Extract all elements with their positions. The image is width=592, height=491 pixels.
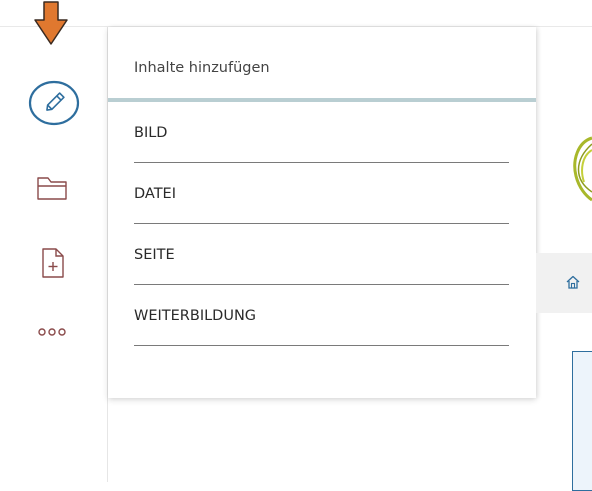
add-content-panel: Inhalte hinzufügen BILD DATEI SEITE WEIT… [108, 27, 536, 398]
panel-header: Inhalte hinzufügen [108, 27, 536, 102]
pencil-icon[interactable] [27, 79, 81, 127]
content-box [572, 351, 592, 491]
site-logo [573, 136, 592, 202]
add-content-menu: BILD DATEI SEITE WEITERBILDUNG [134, 102, 509, 346]
home-icon[interactable] [566, 275, 580, 289]
menu-item-bild[interactable]: BILD [134, 102, 509, 163]
left-rail [0, 27, 108, 482]
menu-item-datei[interactable]: DATEI [134, 163, 509, 224]
breadcrumb [536, 253, 592, 313]
more-icon[interactable] [37, 325, 67, 339]
folder-icon[interactable] [36, 175, 68, 201]
menu-item-label: DATEI [134, 186, 176, 202]
panel-title: Inhalte hinzufügen [134, 60, 270, 76]
menu-item-weiterbildung[interactable]: WEITERBILDUNG [134, 285, 509, 346]
menu-item-label: SEITE [134, 247, 175, 263]
menu-item-label: WEITERBILDUNG [134, 308, 257, 324]
menu-item-seite[interactable]: SEITE [134, 224, 509, 285]
pointer-arrow-icon [34, 1, 68, 45]
menu-item-label: BILD [134, 125, 168, 141]
add-document-icon[interactable] [40, 247, 66, 279]
